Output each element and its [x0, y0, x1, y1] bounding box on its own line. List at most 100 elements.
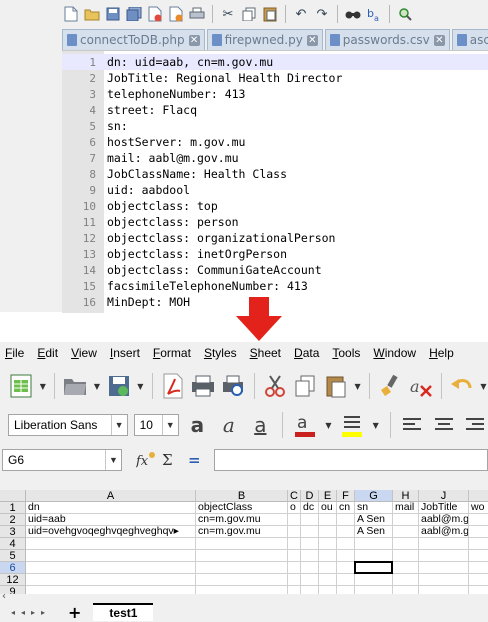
- bold-icon[interactable]: a: [185, 412, 210, 438]
- cell[interactable]: [419, 586, 469, 594]
- cell[interactable]: [288, 562, 301, 574]
- last-sheet-icon[interactable]: ▸: [38, 608, 48, 617]
- open-file-icon[interactable]: [83, 5, 101, 23]
- cell[interactable]: o: [288, 502, 301, 514]
- formula-equals-icon[interactable]: =: [188, 451, 201, 469]
- cell[interactable]: [288, 526, 301, 538]
- new-spreadsheet-icon[interactable]: [8, 371, 34, 401]
- cell[interactable]: [319, 514, 337, 526]
- cell[interactable]: aabl@m.g: [419, 514, 469, 526]
- menu-tools[interactable]: Tools: [332, 346, 360, 360]
- menu-window[interactable]: Window: [373, 346, 416, 360]
- column-header-h[interactable]: H: [393, 490, 419, 502]
- close-icon[interactable]: [146, 5, 164, 23]
- open-dropdown-arrow[interactable]: ▼: [93, 382, 102, 391]
- font-color-icon[interactable]: a: [292, 412, 317, 438]
- font-name-box[interactable]: Liberation Sans ▼: [8, 414, 128, 436]
- menu-format[interactable]: Format: [153, 346, 191, 360]
- column-header-d[interactable]: D: [301, 490, 319, 502]
- cell[interactable]: [26, 574, 196, 586]
- export-pdf-icon[interactable]: [160, 371, 186, 401]
- cell[interactable]: cn=m.gov.mu: [196, 514, 288, 526]
- cell[interactable]: [196, 550, 288, 562]
- row-header-2[interactable]: 2: [0, 514, 26, 526]
- underline-icon[interactable]: a: [248, 412, 273, 438]
- cell[interactable]: uid=ovehgvoqeghvqeghveghqv▸: [26, 526, 196, 538]
- cell[interactable]: [393, 574, 419, 586]
- row-header-12[interactable]: 12: [0, 574, 26, 586]
- column-header-j[interactable]: J: [419, 490, 469, 502]
- line-text[interactable]: objectclass: organizationalPerson: [107, 231, 335, 245]
- align-center-icon[interactable]: [431, 412, 456, 438]
- copy-icon[interactable]: [292, 371, 318, 401]
- cell[interactable]: [196, 574, 288, 586]
- cell[interactable]: [337, 526, 355, 538]
- cell[interactable]: [355, 586, 393, 594]
- cell[interactable]: [319, 574, 337, 586]
- column-header-f[interactable]: F: [337, 490, 355, 502]
- cell[interactable]: [337, 562, 355, 574]
- cell[interactable]: [355, 574, 393, 586]
- column-header-b[interactable]: B: [196, 490, 288, 502]
- undo-icon[interactable]: [449, 371, 475, 401]
- editor-line[interactable]: 14 objectclass: CommuniGateAccount: [62, 262, 488, 278]
- line-text[interactable]: objectclass: CommuniGateAccount: [107, 263, 322, 277]
- cell[interactable]: mail: [393, 502, 419, 514]
- open-folder-icon[interactable]: [62, 371, 88, 401]
- cell[interactable]: [337, 514, 355, 526]
- cell[interactable]: aabl@m.g: [419, 526, 469, 538]
- zoom-icon[interactable]: [396, 5, 414, 23]
- align-left-icon[interactable]: [400, 412, 425, 438]
- cell[interactable]: A Sen: [355, 526, 393, 538]
- cell[interactable]: sn: [355, 502, 393, 514]
- cell[interactable]: [301, 550, 319, 562]
- cell[interactable]: [469, 526, 488, 538]
- cell[interactable]: ou: [319, 502, 337, 514]
- cut-icon[interactable]: [262, 371, 288, 401]
- font-name-dropdown-arrow[interactable]: ▼: [110, 415, 127, 435]
- editor-line[interactable]: 5 sn:: [62, 118, 488, 134]
- cell[interactable]: objectClass: [196, 502, 288, 514]
- name-box-dropdown-arrow[interactable]: ▼: [105, 450, 121, 470]
- cell[interactable]: [393, 514, 419, 526]
- editor-line[interactable]: 12 objectclass: organizationalPerson: [62, 230, 488, 246]
- save-icon[interactable]: [104, 5, 122, 23]
- formula-input[interactable]: [214, 449, 488, 471]
- line-text[interactable]: dn: uid=aab, cn=m.gov.mu: [107, 55, 273, 69]
- cell[interactable]: [196, 586, 288, 594]
- editor-line[interactable]: 15 facsimileTelephoneNumber: 413: [62, 278, 488, 294]
- cut-icon[interactable]: ✂: [219, 5, 237, 23]
- cell[interactable]: A Sen: [355, 514, 393, 526]
- cell[interactable]: [319, 586, 337, 594]
- cell[interactable]: [26, 586, 196, 594]
- menu-help[interactable]: Help: [429, 346, 454, 360]
- cell[interactable]: [393, 586, 419, 594]
- cell[interactable]: [319, 526, 337, 538]
- paste-dropdown-arrow[interactable]: ▼: [353, 382, 362, 391]
- cell[interactable]: [337, 574, 355, 586]
- cell[interactable]: [288, 586, 301, 594]
- add-sheet-button[interactable]: +: [68, 603, 81, 622]
- highlight-dropdown-arrow[interactable]: ▼: [371, 421, 381, 430]
- close-tab-icon[interactable]: ✕: [188, 34, 200, 46]
- horizontal-scrollbar[interactable]: ‹: [0, 591, 488, 602]
- replace-icon[interactable]: ba: [365, 5, 383, 23]
- cell[interactable]: [26, 562, 196, 574]
- editor-line[interactable]: 3 telephoneNumber: 413: [62, 86, 488, 102]
- cell[interactable]: cn=m.gov.mu: [196, 526, 288, 538]
- scroll-left-icon[interactable]: ‹: [2, 591, 6, 602]
- cell[interactable]: [301, 586, 319, 594]
- new-file-icon[interactable]: [62, 5, 80, 23]
- close-tab-icon[interactable]: ✕: [433, 34, 445, 46]
- undo-dropdown-arrow[interactable]: ▼: [479, 382, 488, 391]
- cell[interactable]: [419, 574, 469, 586]
- align-right-icon[interactable]: [463, 412, 488, 438]
- sheet-tab-test1[interactable]: test1: [93, 603, 154, 621]
- line-text[interactable]: MinDept: MOH: [107, 295, 190, 309]
- highlight-color-icon[interactable]: [339, 412, 364, 438]
- italic-icon[interactable]: a: [216, 412, 241, 438]
- cell[interactable]: [301, 538, 319, 550]
- spreadsheet-grid[interactable]: A B C D E F G H J 1 dn objectClass o dc ou cn sn mail JobT…: [0, 490, 488, 594]
- cell[interactable]: [355, 538, 393, 550]
- sum-icon[interactable]: Σ: [162, 451, 173, 469]
